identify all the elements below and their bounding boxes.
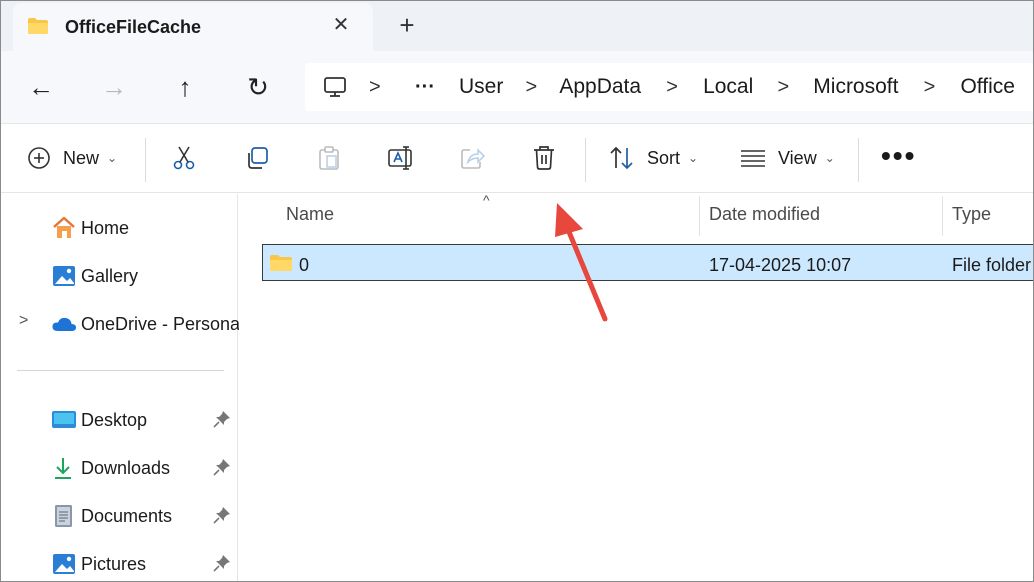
- sort-ascending-icon: ^: [483, 192, 490, 208]
- chevron-right-icon[interactable]: >: [19, 312, 28, 330]
- breadcrumb-appdata[interactable]: AppData: [559, 75, 641, 99]
- chevron-down-icon: ⌄: [688, 151, 699, 165]
- forward-arrow-icon[interactable]: →: [96, 69, 132, 105]
- chevron-right-icon[interactable]: >: [369, 76, 393, 99]
- sort-icon: [610, 146, 633, 170]
- gallery-icon: [53, 266, 75, 286]
- divider: [858, 138, 859, 182]
- view-label: View: [778, 147, 817, 168]
- delete-button[interactable]: [532, 138, 556, 178]
- breadcrumb-office[interactable]: Office: [960, 75, 1014, 99]
- breadcrumb-local[interactable]: Local: [703, 75, 753, 99]
- home-icon: [53, 216, 75, 238]
- sidebar-item-label: Pictures: [81, 554, 147, 574]
- cut-button[interactable]: [171, 138, 197, 178]
- view-button[interactable]: View ⌄: [740, 138, 835, 178]
- column-header-date-modified[interactable]: Date modified: [709, 204, 820, 225]
- file-list: ^ Name Date modified Type 0 17-04-2025 1…: [239, 192, 1033, 581]
- up-arrow-icon[interactable]: ↑: [167, 69, 203, 105]
- folder-icon: [270, 255, 292, 271]
- copy-button[interactable]: [244, 138, 270, 178]
- delete-icon: [534, 146, 554, 170]
- paste-icon: [319, 146, 339, 170]
- chevron-right-icon[interactable]: >: [503, 76, 559, 99]
- sidebar-item-desktop[interactable]: Desktop: [1, 400, 238, 440]
- this-pc-icon[interactable]: [323, 75, 347, 99]
- breadcrumb-microsoft[interactable]: Microsoft: [813, 75, 898, 99]
- view-icon: [741, 150, 765, 167]
- documents-icon: [55, 505, 72, 527]
- desktop-icon: [52, 411, 76, 428]
- breadcrumb: > ··· User > AppData > Local > Microsoft…: [369, 63, 1015, 111]
- share-button[interactable]: [460, 138, 486, 178]
- annotation-arrow: [555, 203, 608, 322]
- tab-strip: OfficeFileCache ✕ +: [1, 1, 1033, 51]
- chevron-down-icon: ⌄: [824, 151, 835, 165]
- sidebar-item-documents[interactable]: Documents: [1, 496, 238, 536]
- chevron-right-icon[interactable]: >: [753, 76, 813, 99]
- navigation-pane: Home Gallery > OneDrive - Persona Deskto…: [1, 194, 241, 581]
- add-icon: [28, 147, 50, 169]
- breadcrumb-overflow[interactable]: ···: [415, 76, 435, 99]
- new-tab-button[interactable]: +: [393, 11, 421, 39]
- sidebar-item-label: Desktop: [81, 410, 148, 430]
- chevron-right-icon[interactable]: >: [641, 76, 703, 99]
- close-icon[interactable]: ✕: [329, 13, 353, 37]
- command-bar: New ⌄ Sort ⌄ View ⌄ •••: [1, 123, 1033, 193]
- column-header-type[interactable]: Type: [952, 204, 991, 225]
- sidebar-item-home[interactable]: Home: [1, 208, 238, 248]
- column-header-name[interactable]: Name: [286, 204, 334, 225]
- new-label: New: [63, 147, 100, 168]
- tab-officefilecache[interactable]: OfficeFileCache ✕: [13, 3, 373, 51]
- divider: [585, 138, 586, 182]
- file-explorer-window: OfficeFileCache ✕ + ← → ↑ ↻ > ··· User >…: [0, 0, 1034, 582]
- sidebar-item-label: Downloads: [81, 458, 171, 478]
- sort-button[interactable]: Sort ⌄: [609, 138, 698, 178]
- navigation-row: ← → ↑ ↻ > ··· User > AppData > Local > M…: [1, 51, 1033, 123]
- file-type: File folder: [952, 255, 1032, 275]
- divider: [145, 138, 146, 182]
- pin-icon[interactable]: [213, 458, 231, 476]
- pin-icon[interactable]: [213, 410, 231, 428]
- onedrive-icon: [52, 317, 76, 331]
- sidebar-divider: [17, 370, 224, 371]
- paste-button[interactable]: [316, 138, 342, 178]
- downloads-icon: [55, 458, 71, 479]
- rename-button[interactable]: [387, 138, 415, 178]
- cut-icon: [173, 146, 195, 170]
- sort-label: Sort: [647, 147, 681, 168]
- rename-icon: [388, 146, 412, 170]
- more-options-icon[interactable]: •••: [881, 142, 916, 170]
- file-date-modified: 17-04-2025 10:07: [709, 255, 852, 275]
- new-button[interactable]: New ⌄: [27, 138, 117, 178]
- pin-icon[interactable]: [213, 506, 231, 524]
- file-name: 0: [299, 255, 310, 275]
- sidebar-item-pictures[interactable]: Pictures: [1, 544, 238, 581]
- address-bar[interactable]: > ··· User > AppData > Local > Microsoft…: [305, 63, 1033, 111]
- sidebar-item-onedrive[interactable]: > OneDrive - Persona: [1, 304, 241, 344]
- breadcrumb-user[interactable]: User: [459, 75, 503, 99]
- back-arrow-icon[interactable]: ←: [23, 69, 59, 105]
- column-divider[interactable]: [942, 196, 943, 236]
- column-divider[interactable]: [699, 196, 700, 236]
- tab-title: OfficeFileCache: [65, 17, 202, 37]
- sidebar-item-label: OneDrive - Persona: [81, 314, 241, 334]
- sidebar-item-downloads[interactable]: Downloads: [1, 448, 238, 488]
- sidebar-item-label: Documents: [81, 506, 173, 526]
- chevron-down-icon: ⌄: [107, 151, 118, 165]
- pin-icon[interactable]: [213, 554, 231, 572]
- chevron-right-icon[interactable]: >: [898, 76, 960, 99]
- table-row[interactable]: 0 17-04-2025 10:07 File folder: [262, 244, 1033, 281]
- sidebar-item-label: Home: [81, 218, 130, 238]
- share-icon: [461, 148, 486, 169]
- copy-icon: [248, 147, 268, 169]
- refresh-icon[interactable]: ↻: [240, 69, 276, 105]
- pictures-icon: [53, 554, 75, 574]
- sidebar-item-label: Gallery: [81, 266, 139, 286]
- folder-icon: [28, 18, 48, 34]
- sidebar-item-gallery[interactable]: Gallery: [1, 256, 238, 296]
